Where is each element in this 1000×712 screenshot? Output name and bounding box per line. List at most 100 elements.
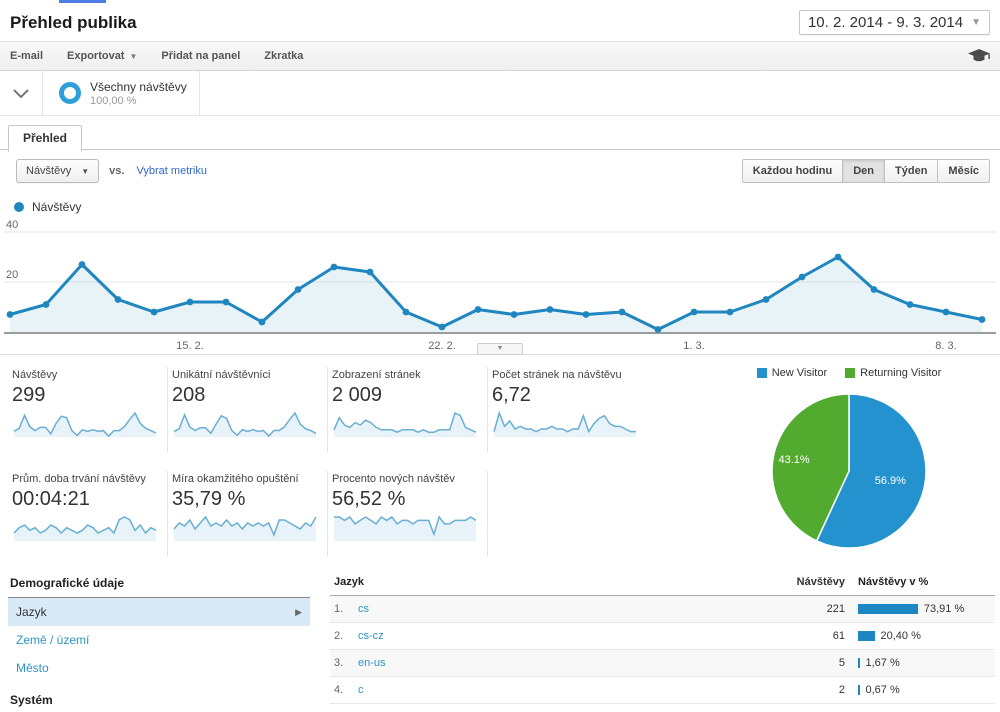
visits-line-chart[interactable]: 20 40 15. 2. 22. 2. 1. 3. 8. 3. (0, 216, 1000, 354)
table-row: 3. en-us 5 1,67 % (330, 650, 995, 677)
percent-bar (858, 631, 875, 641)
nav-tab-fragment (59, 0, 106, 3)
series-dot-icon (14, 202, 24, 212)
new-visitor-swatch-icon (756, 368, 767, 378)
sidebar-item-city[interactable]: Město (8, 654, 310, 682)
percent-value: 20,40 % (880, 630, 921, 642)
pie-legend-label: New Visitor (771, 367, 828, 379)
metric-card-value: 2 009 (332, 384, 383, 406)
shortcut-button[interactable]: Zkratka (264, 50, 303, 62)
col-header-visits[interactable]: Návštěvy (775, 576, 845, 588)
svg-text:22. 2.: 22. 2. (428, 340, 456, 352)
col-header-language[interactable]: Jazyk (330, 576, 775, 588)
select-metric-link[interactable]: Vybrat metriku (136, 165, 207, 177)
granularity-day-button[interactable]: Den (843, 159, 886, 183)
metric-dropdown-value: Návštěvy (26, 165, 72, 177)
metric-card-label: Počet stránek na návštěvu (492, 369, 622, 381)
metric-sparkline (333, 411, 477, 437)
row-index: 4. (334, 684, 344, 696)
export-button[interactable]: Exportovat ▼ (67, 50, 137, 62)
svg-text:1. 3.: 1. 3. (683, 340, 704, 352)
sidebar-heading-system: Systém (8, 688, 310, 712)
percent-bar (858, 604, 918, 614)
metric-cards-grid: Návštěvy 299 Unikátní návštěvníci 208 Zobraz… (0, 367, 648, 557)
pie-slice-label: 56.9% (875, 475, 906, 487)
pie-legend: New Visitor Returning Visitor (698, 367, 1000, 379)
svg-text:40: 40 (6, 219, 18, 231)
metric-card-1[interactable]: Návštěvy 299 (8, 367, 168, 453)
percent-value: 0,67 % (865, 684, 900, 696)
metric-card-value: 56,52 % (332, 488, 406, 510)
row-index: 2. (334, 630, 344, 642)
report-tab-bar: Přehled (0, 124, 1000, 152)
date-range-selector[interactable]: 10. 2. 2014 - 9. 3. 2014 ▼ (798, 10, 990, 35)
email-button[interactable]: E-mail (10, 50, 43, 62)
sidebar-item-country[interactable]: Země / území (8, 626, 310, 654)
date-range-value: 10. 2. 2014 - 9. 3. 2014 (807, 14, 964, 31)
graduation-cap-icon[interactable] (968, 48, 990, 64)
granularity-button-group: Každou hodinu Den Týden Měsíc (741, 159, 990, 183)
sidebar-heading-demographics: Demografické údaje (8, 571, 310, 598)
granularity-hourly-button[interactable]: Každou hodinu (741, 159, 844, 183)
chevron-down-icon: ▼ (81, 166, 90, 176)
percent-bar (858, 685, 860, 695)
vs-label: vs. (109, 165, 125, 177)
language-link[interactable]: c (358, 684, 364, 696)
metric-card-7[interactable]: Procento nových návštěv 56,52 % (328, 471, 488, 557)
metric-card-label: Návštěvy (12, 369, 58, 381)
language-table: Jazyk Návštěvy Návštěvy v % 1. cs 221 73,91… (330, 571, 995, 712)
metric-card-label: Míra okamžitého opuštění (172, 473, 299, 485)
chart-controls: Návštěvy ▼ vs. Vybrat metriku Každou hod… (16, 158, 990, 184)
visits-value: 221 (826, 603, 845, 615)
metric-card-6[interactable]: Míra okamžitého opuštění 35,79 % (168, 471, 328, 557)
metric-card-4[interactable]: Počet stránek na návštěvu 6,72 (488, 367, 648, 453)
visitor-type-pie-chart[interactable]: 56.9% 43.1% (754, 385, 944, 557)
language-link[interactable]: en-us (358, 657, 386, 669)
segment-name: Všechny návštěvy (90, 79, 187, 94)
metric-card-label: Prům. doba trvání návštěvy (12, 473, 146, 485)
metric-card-2[interactable]: Unikátní návštěvníci 208 (168, 367, 328, 453)
metric-card-5[interactable]: Prům. doba trvání návštěvy 00:04:21 (8, 471, 168, 557)
metric-sparkline (173, 515, 317, 541)
language-link[interactable]: cs (358, 603, 369, 615)
col-header-visits-percent[interactable]: Návštěvy v % (845, 576, 995, 588)
metric-card-value: 6,72 (492, 384, 531, 406)
metric-card-label: Procento nových návštěv (332, 473, 455, 485)
metric-sparkline (173, 411, 317, 438)
sidebar-item-label: Město (16, 661, 49, 675)
visitor-type-panel: New Visitor Returning Visitor 56.9% 43.1% (698, 367, 1000, 557)
audience-overview-page: Přehled publika 10. 2. 2014 - 9. 3. 2014… (0, 0, 1000, 712)
add-to-dashboard-button[interactable]: Přidat na panel (161, 50, 240, 62)
table-row: 2. cs-cz 61 20,40 % (330, 623, 995, 650)
segment-donut-icon (59, 82, 81, 104)
pie-legend-returning-visitor: Returning Visitor (845, 367, 941, 379)
metric-card-3[interactable]: Zobrazení stránek 2 009 (328, 367, 488, 453)
chevron-down-icon (13, 88, 29, 98)
language-link[interactable]: cs-cz (358, 630, 384, 642)
tab-overview[interactable]: Přehled (8, 125, 83, 152)
svg-text:8. 3.: 8. 3. (935, 340, 956, 352)
segment-all-visits[interactable]: Všechny návštěvy 100,00 % (43, 71, 200, 115)
pie-slice-label: 43.1% (779, 454, 810, 466)
segment-collapse-button[interactable] (0, 71, 43, 115)
chart-collapse-button[interactable]: ▼ (477, 343, 523, 355)
pie-legend-new-visitor: New Visitor (756, 367, 828, 379)
svg-text:20: 20 (6, 269, 18, 281)
svg-text:15. 2.: 15. 2. (176, 340, 204, 352)
metric-sparkline (493, 410, 636, 437)
granularity-week-button[interactable]: Týden (885, 159, 939, 183)
row-index: 3. (334, 657, 344, 669)
dimension-sidebar: Demografické údaje Jazyk ▶ Země / území … (8, 571, 310, 712)
page-title: Přehled publika (10, 12, 137, 32)
chart-legend-label: Návštěvy (32, 200, 82, 214)
chevron-right-icon: ▶ (295, 606, 302, 617)
chevron-down-icon: ▼ (971, 17, 981, 28)
metric-dropdown[interactable]: Návštěvy ▼ (16, 159, 100, 183)
segment-percent: 100,00 % (90, 94, 137, 107)
overview-section: Návštěvy 299 Unikátní návštěvníci 208 Zobraz… (0, 367, 1000, 557)
sidebar-item-language[interactable]: Jazyk ▶ (8, 598, 310, 626)
granularity-month-button[interactable]: Měsíc (938, 159, 990, 183)
percent-value: 73,91 % (923, 603, 965, 615)
table-body: 1. cs 221 73,91 % 2. cs-cz 61 20,40 % 3. en-us 5 1,… (330, 596, 995, 704)
visits-value: 2 (838, 684, 845, 696)
